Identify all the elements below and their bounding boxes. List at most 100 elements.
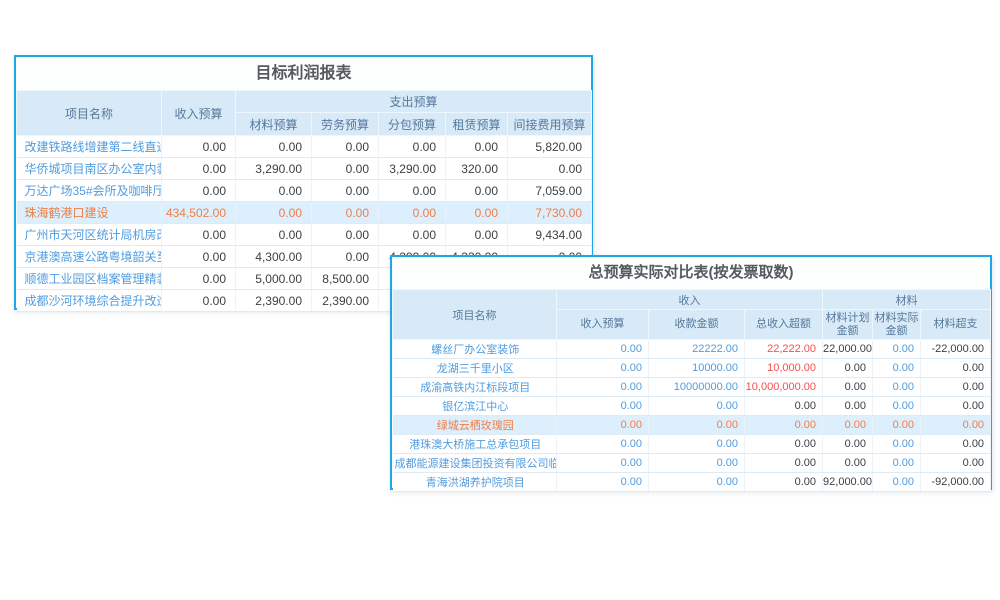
numeric-cell: 0.00 [379,180,446,202]
numeric-cell: 0.00 [649,397,745,416]
numeric-cell: 0.00 [162,224,236,246]
numeric-cell: 434,502.00 [162,202,236,224]
numeric-cell: 0.00 [873,473,921,492]
col-header-project: 项目名称 [393,290,557,340]
numeric-cell: 0.00 [921,435,991,454]
table-row[interactable]: 广州市天河区统计局机房改造项目0.000.000.000.000.009,434… [17,224,592,246]
col-header-indirect-budget: 间接费用预算 [508,113,592,136]
table-row[interactable]: 成渝高铁内江标段项目0.0010000000.0010,000,000.000.… [393,378,991,397]
numeric-cell: 0.00 [873,340,921,359]
project-name-link[interactable]: 成都沙河环境综合提升改造运河护坡 [17,290,162,312]
project-name-link[interactable]: 改建铁路线增建第二线直通线（成都 [17,136,162,158]
numeric-cell: 0.00 [557,359,649,378]
numeric-cell: 0.00 [162,268,236,290]
project-name-link[interactable]: 成渝高铁内江标段项目 [393,378,557,397]
project-name-link[interactable]: 青海洪湖养护院项目 [393,473,557,492]
col-group-income: 收入 [557,290,823,310]
numeric-cell: 0.00 [745,473,823,492]
numeric-cell: 0.00 [557,378,649,397]
numeric-cell: 0.00 [823,397,873,416]
project-name-link[interactable]: 龙湖三千里小区 [393,359,557,378]
numeric-cell: 0.00 [312,180,379,202]
table-row[interactable]: 华侨城项目南区办公室内装修工程0.003,290.000.003,290.003… [17,158,592,180]
numeric-cell: 0.00 [236,224,312,246]
col-header-material-planned: 材料计划金额 [823,310,873,340]
numeric-cell: 0.00 [873,454,921,473]
numeric-cell: 0.00 [508,158,592,180]
numeric-cell: 92,000.00 [823,473,873,492]
numeric-cell: 0.00 [162,136,236,158]
numeric-cell: 0.00 [312,224,379,246]
numeric-cell: 0.00 [446,224,508,246]
project-name-link[interactable]: 顺德工业园区档案管理精装饰工程 [17,268,162,290]
table-row[interactable]: 改建铁路线增建第二线直通线（成都0.000.000.000.000.005,82… [17,136,592,158]
numeric-cell: 4,300.00 [236,246,312,268]
numeric-cell: 0.00 [379,224,446,246]
table2-body: 螺丝厂办公室装饰0.0022222.0022,222.0022,000.000.… [393,340,991,492]
numeric-cell: 0.00 [745,454,823,473]
table-row[interactable]: 成都能源建设集团投资有限公司临时办公场所装修工程0.000.000.000.00… [393,454,991,473]
numeric-cell: 0.00 [446,180,508,202]
numeric-cell: 0.00 [236,180,312,202]
project-name-link[interactable]: 港珠澳大桥施工总承包项目 [393,435,557,454]
col-group-expense-budget: 支出预算 [236,91,592,113]
numeric-cell: 0.00 [312,246,379,268]
numeric-cell: 8,500.00 [312,268,379,290]
table-row[interactable]: 万达广场35#会所及咖啡厅空调安装0.000.000.000.000.007,0… [17,180,592,202]
table-row[interactable]: 绿城云栖玫瑰园0.000.000.000.000.000.00 [393,416,991,435]
numeric-cell: 10000.00 [649,359,745,378]
col-header-income-budget: 收入预算 [557,310,649,340]
project-name-link[interactable]: 华侨城项目南区办公室内装修工程 [17,158,162,180]
report-title: 总预算实际对比表(按发票取数) [392,257,990,289]
budget-actual-comparison-card: 总预算实际对比表(按发票取数) 项目名称 收入 材料 收入预算 收款金额 总收入… [390,255,992,490]
numeric-cell: 7,059.00 [508,180,592,202]
project-name-link[interactable]: 成都能源建设集团投资有限公司临时办公场所装修工程 [393,454,557,473]
numeric-cell: 0.00 [921,454,991,473]
col-header-income-excess: 总收入超额 [745,310,823,340]
col-header-material-budget: 材料预算 [236,113,312,136]
table-row[interactable]: 青海洪湖养护院项目0.000.000.0092,000.000.00-92,00… [393,473,991,492]
numeric-cell: 0.00 [921,359,991,378]
numeric-cell: 0.00 [236,136,312,158]
project-name-link[interactable]: 银亿滨江中心 [393,397,557,416]
numeric-cell: 0.00 [921,416,991,435]
table-row[interactable]: 螺丝厂办公室装饰0.0022222.0022,222.0022,000.000.… [393,340,991,359]
numeric-cell: 0.00 [823,435,873,454]
project-name-link[interactable]: 螺丝厂办公室装饰 [393,340,557,359]
project-name-link[interactable]: 万达广场35#会所及咖啡厅空调安装 [17,180,162,202]
numeric-cell: -22,000.00 [921,340,991,359]
numeric-cell: 0.00 [236,202,312,224]
table-row[interactable]: 龙湖三千里小区0.0010000.0010,000.000.000.000.00 [393,359,991,378]
numeric-cell: 22,000.00 [823,340,873,359]
numeric-cell: 10,000,000.00 [745,378,823,397]
table-row[interactable]: 港珠澳大桥施工总承包项目0.000.000.000.000.000.00 [393,435,991,454]
numeric-cell: 0.00 [745,435,823,454]
numeric-cell: 0.00 [162,158,236,180]
numeric-cell: 22222.00 [649,340,745,359]
numeric-cell: 0.00 [446,136,508,158]
numeric-cell: 0.00 [873,435,921,454]
project-name-link[interactable]: 绿城云栖玫瑰园 [393,416,557,435]
numeric-cell: 0.00 [649,473,745,492]
numeric-cell: 0.00 [162,180,236,202]
numeric-cell: 0.00 [379,202,446,224]
numeric-cell: 0.00 [557,340,649,359]
numeric-cell: 7,730.00 [508,202,592,224]
numeric-cell: 9,434.00 [508,224,592,246]
numeric-cell: 0.00 [823,359,873,378]
numeric-cell: 0.00 [162,246,236,268]
numeric-cell: 320.00 [446,158,508,180]
numeric-cell: -92,000.00 [921,473,991,492]
project-name-link[interactable]: 广州市天河区统计局机房改造项目 [17,224,162,246]
project-name-link[interactable]: 京港澳高速公路粤境韶关至广州互通 [17,246,162,268]
numeric-cell: 0.00 [649,416,745,435]
numeric-cell: 0.00 [312,202,379,224]
table-row[interactable]: 珠海鹤港口建设434,502.000.000.000.000.007,730.0… [17,202,592,224]
numeric-cell: 5,000.00 [236,268,312,290]
numeric-cell: 0.00 [823,416,873,435]
numeric-cell: 0.00 [873,397,921,416]
table-row[interactable]: 银亿滨江中心0.000.000.000.000.000.00 [393,397,991,416]
col-header-income-budget: 收入预算 [162,91,236,136]
numeric-cell: 0.00 [312,136,379,158]
project-name-link[interactable]: 珠海鹤港口建设 [17,202,162,224]
